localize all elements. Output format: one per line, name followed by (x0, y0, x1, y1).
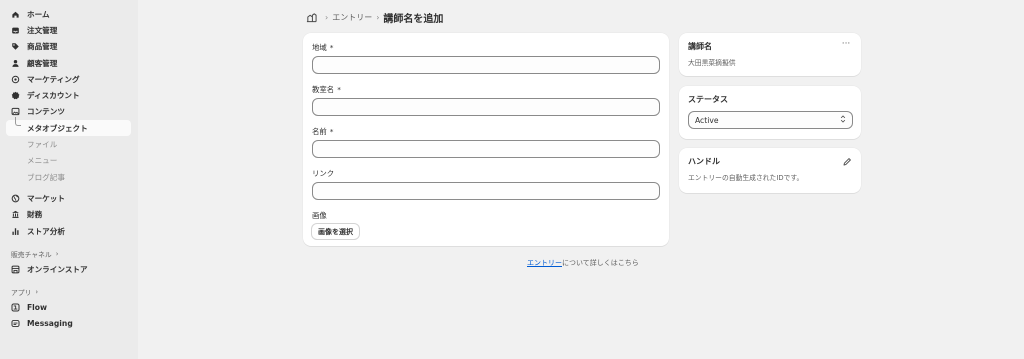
form-field: 名前 * (312, 126, 660, 168)
field-label-text: リンク (312, 169, 335, 178)
sidebar-item-label: ディスカウント (27, 91, 80, 101)
handle-card-title: ハンドル (688, 157, 720, 166)
field-input[interactable] (312, 140, 660, 158)
form-field: リンク (312, 168, 660, 210)
sidebar-subitem[interactable]: メタオブジェクト (6, 117, 131, 137)
entry-form-card: 地域 * 教室名 * 名前 * リンク 画像 画像を選択 (303, 33, 669, 246)
learn-more-note: エントリーについて詳しくはこちら (527, 258, 639, 268)
sidebar-item-messaging[interactable]: Messaging (0, 316, 138, 332)
sidebar-item-bank[interactable]: 財務 (0, 207, 138, 223)
globe-icon (11, 194, 20, 203)
breadcrumb: › エントリー › 講師名を追加 (306, 10, 444, 25)
apps-label: アプリ (11, 289, 32, 298)
sidebar-subitem[interactable]: ファイル (0, 136, 138, 152)
status-card-title: ステータス (688, 95, 728, 104)
sales-channels-heading[interactable]: 販売チャネル › (0, 247, 138, 261)
sidebar-subitem[interactable]: メニュー (0, 153, 138, 169)
handle-card: ハンドル エントリーの自動生成されたIDです。 (679, 148, 861, 193)
instructor-card-subtitle: 大田黒菜摘擬供 (688, 59, 736, 67)
sidebar-item-label: マーケット (27, 193, 65, 203)
target-icon (11, 75, 20, 84)
select-arrows-icon (840, 115, 846, 125)
sidebar-item-label: Flow (27, 303, 48, 313)
bank-icon (11, 210, 20, 219)
image-label: 画像 (312, 211, 327, 220)
sidebar-subitem-label: メニュー (27, 156, 58, 166)
bar-chart-icon (11, 227, 20, 236)
sidebar-item-label: オンラインストア (27, 264, 88, 274)
flow-icon (11, 303, 20, 312)
entry-learn-more-link[interactable]: エントリー (527, 259, 562, 267)
breadcrumb-separator: › (376, 12, 380, 22)
sidebar-subitem-label: ファイル (27, 140, 58, 150)
pencil-icon[interactable] (842, 157, 852, 167)
field-label: 名前 * (312, 126, 660, 137)
select-image-button[interactable]: 画像を選択 (312, 224, 359, 239)
sidebar-item-discount[interactable]: ディスカウント (0, 87, 138, 103)
required-marker: * (337, 85, 341, 94)
field-input[interactable] (312, 56, 660, 74)
sales-channels-label: 販売チャネル (11, 251, 52, 260)
sidebar-subitem[interactable]: ブログ記事 (0, 169, 138, 185)
tag-icon (11, 42, 20, 51)
sidebar-item-flow[interactable]: Flow (0, 299, 138, 315)
sidebar-item-label: ホーム (27, 9, 50, 19)
home-icon (11, 10, 20, 19)
required-marker: * (329, 127, 334, 136)
sidebar-item-target[interactable]: マーケティング (0, 71, 138, 87)
required-marker: * (329, 43, 334, 52)
sidebar-item-label: 顧客管理 (27, 58, 58, 68)
sidebar-item-label: マーケティング (27, 74, 80, 84)
field-label: 地域 * (312, 42, 660, 53)
breadcrumb-separator: › (325, 12, 329, 22)
discount-icon (11, 91, 20, 100)
field-input[interactable] (312, 182, 660, 200)
sidebar: ホーム注文管理商品管理顧客管理マーケティング ディスカウント コンテンツ メタオブジ… (0, 0, 138, 359)
sidebar-item-label: 財務 (27, 210, 43, 220)
sidebar-item-label: 注文管理 (27, 25, 58, 35)
sidebar-subitem-label: ブログ記事 (27, 172, 65, 182)
sidebar-item-person[interactable]: 顧客管理 (0, 55, 138, 71)
field-label-text: 教室名 (312, 85, 335, 94)
sidebar-subitem-label: メタオブジェクト (27, 123, 88, 133)
status-select[interactable]: Active (688, 111, 853, 129)
status-select-value: Active (695, 115, 719, 125)
apps-heading[interactable]: アプリ › (0, 285, 138, 299)
field-label-text: 名前 (312, 127, 327, 136)
main-content: › エントリー › 講師名を追加 地域 * 教室名 * 名前 * リンク 画像 画像を選択 … (138, 0, 1024, 359)
instructor-card-title: 講師名 (688, 42, 712, 51)
sidebar-item-tag[interactable]: 商品管理 (0, 39, 138, 55)
sidebar-item-globe[interactable]: マーケット (0, 190, 138, 206)
page-title: 講師名を追加 (383, 13, 444, 25)
sidebar-item-label: コンテンツ (27, 107, 65, 117)
field-label: 教室名 * (312, 84, 660, 95)
person-icon (11, 59, 20, 68)
sidebar-item-label: 商品管理 (27, 42, 58, 52)
more-actions-icon[interactable]: ··· (839, 39, 853, 51)
instructor-card: 講師名 大田黒菜摘擬供 ··· (679, 33, 861, 76)
form-field: 教室名 * (312, 84, 660, 126)
field-label-text: 地域 (312, 43, 327, 52)
sidebar-item-home[interactable]: ホーム (0, 6, 138, 22)
metaobject-icon[interactable] (306, 12, 317, 23)
sidebar-item-inbox[interactable]: 注文管理 (0, 22, 138, 38)
image-icon (11, 107, 20, 116)
sidebar-item-bar-chart[interactable]: ストア分析 (0, 223, 138, 239)
chevron-right-icon: › (55, 250, 59, 259)
sidebar-item-store[interactable]: オンラインストア (0, 261, 138, 277)
sidebar-item-label: ストア分析 (27, 226, 65, 236)
handle-card-description: エントリーの自動生成されたIDです。 (688, 174, 804, 182)
inbox-icon (11, 26, 20, 35)
status-card: ステータス Active (679, 86, 861, 139)
store-icon (11, 265, 20, 274)
field-label: リンク (312, 168, 660, 179)
learn-more-text: について詳しくはこちら (562, 259, 639, 267)
field-input[interactable] (312, 98, 660, 116)
tree-connector (15, 117, 21, 127)
form-field: 地域 * (312, 42, 660, 84)
breadcrumb-parent-link[interactable]: エントリー (332, 12, 372, 23)
sidebar-item-label: Messaging (27, 319, 73, 329)
chevron-right-icon: › (35, 288, 39, 297)
messaging-icon (11, 319, 20, 328)
